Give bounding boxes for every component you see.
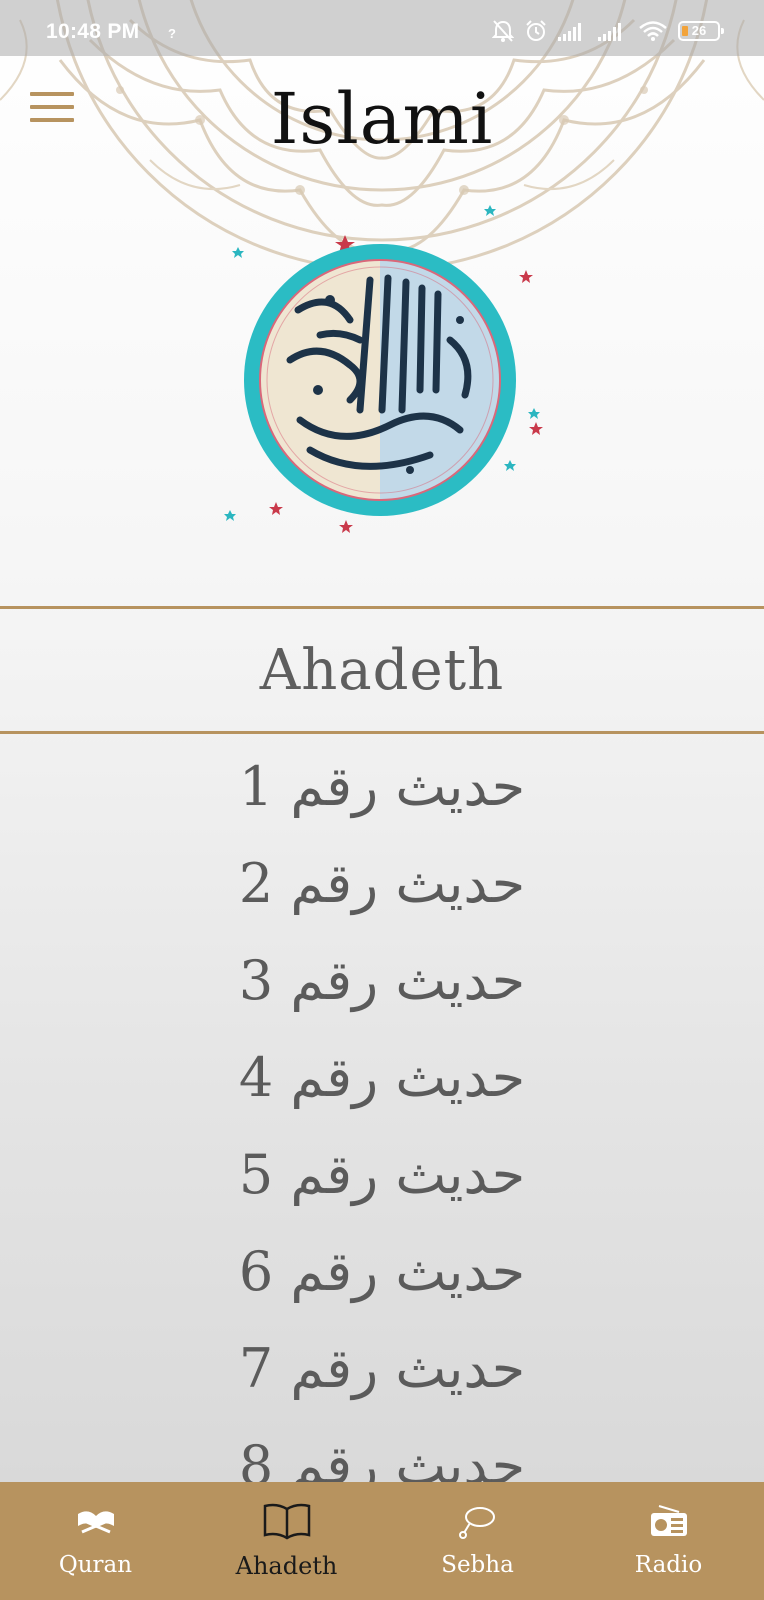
signal-icon — [558, 23, 581, 41]
bell-muted-icon — [492, 20, 514, 42]
quran-book-icon — [71, 1500, 121, 1542]
nav-tab-ahadeth[interactable]: Ahadeth — [191, 1482, 382, 1600]
list-item-hadith-6[interactable]: حديث رقم 6 — [0, 1223, 764, 1320]
open-book-icon — [262, 1500, 312, 1542]
list-item-hadith-3[interactable]: حديث رقم 3 — [0, 932, 764, 1029]
list-item-hadith-7[interactable]: حديث رقم 7 — [0, 1320, 764, 1417]
section-header: Ahadeth — [0, 606, 764, 734]
bismillah-calligraphy-icon — [210, 190, 550, 559]
section-title: Ahadeth — [259, 637, 505, 703]
bottom-navigation: Quran Ahadeth Sebha Radio — [0, 1482, 764, 1600]
status-unknown-glyph: ? — [168, 26, 176, 41]
list-item-hadith-5[interactable]: حديث رقم 5 — [0, 1126, 764, 1223]
list-item-hadith-8[interactable]: حديث رقم 8 — [0, 1417, 764, 1482]
battery-level: 26 — [691, 23, 707, 38]
list-item-hadith-2[interactable]: حديث رقم 2 — [0, 835, 764, 932]
app-title: Islami — [270, 78, 494, 160]
radio-icon — [644, 1500, 694, 1542]
status-bar: 10:48 PM ? 26 — [0, 0, 764, 56]
status-time: 10:48 PM — [46, 20, 140, 43]
nav-tab-sebha[interactable]: Sebha — [382, 1482, 573, 1600]
alarm-icon — [526, 20, 546, 41]
nav-tab-quran[interactable]: Quran — [0, 1482, 191, 1600]
nav-tab-radio[interactable]: Radio — [573, 1482, 764, 1600]
list-item-hadith-1[interactable]: حديث رقم 1 — [0, 738, 764, 835]
nav-label-radio: Radio — [634, 1552, 703, 1578]
battery-icon: 26 — [678, 21, 724, 41]
hadith-list[interactable]: حديث رقم 1 حديث رقم 2 حديث رقم 3 حديث رق… — [0, 738, 764, 1482]
status-icons: 26 — [492, 17, 724, 45]
list-item-hadith-4[interactable]: حديث رقم 4 — [0, 1029, 764, 1126]
wifi-icon — [639, 21, 667, 41]
sebha-beads-icon — [453, 1500, 503, 1542]
nav-label-quran: Quran — [58, 1552, 133, 1578]
nav-label-ahadeth: Ahadeth — [235, 1552, 338, 1580]
nav-label-sebha: Sebha — [441, 1552, 514, 1578]
signal-icon — [598, 23, 621, 41]
